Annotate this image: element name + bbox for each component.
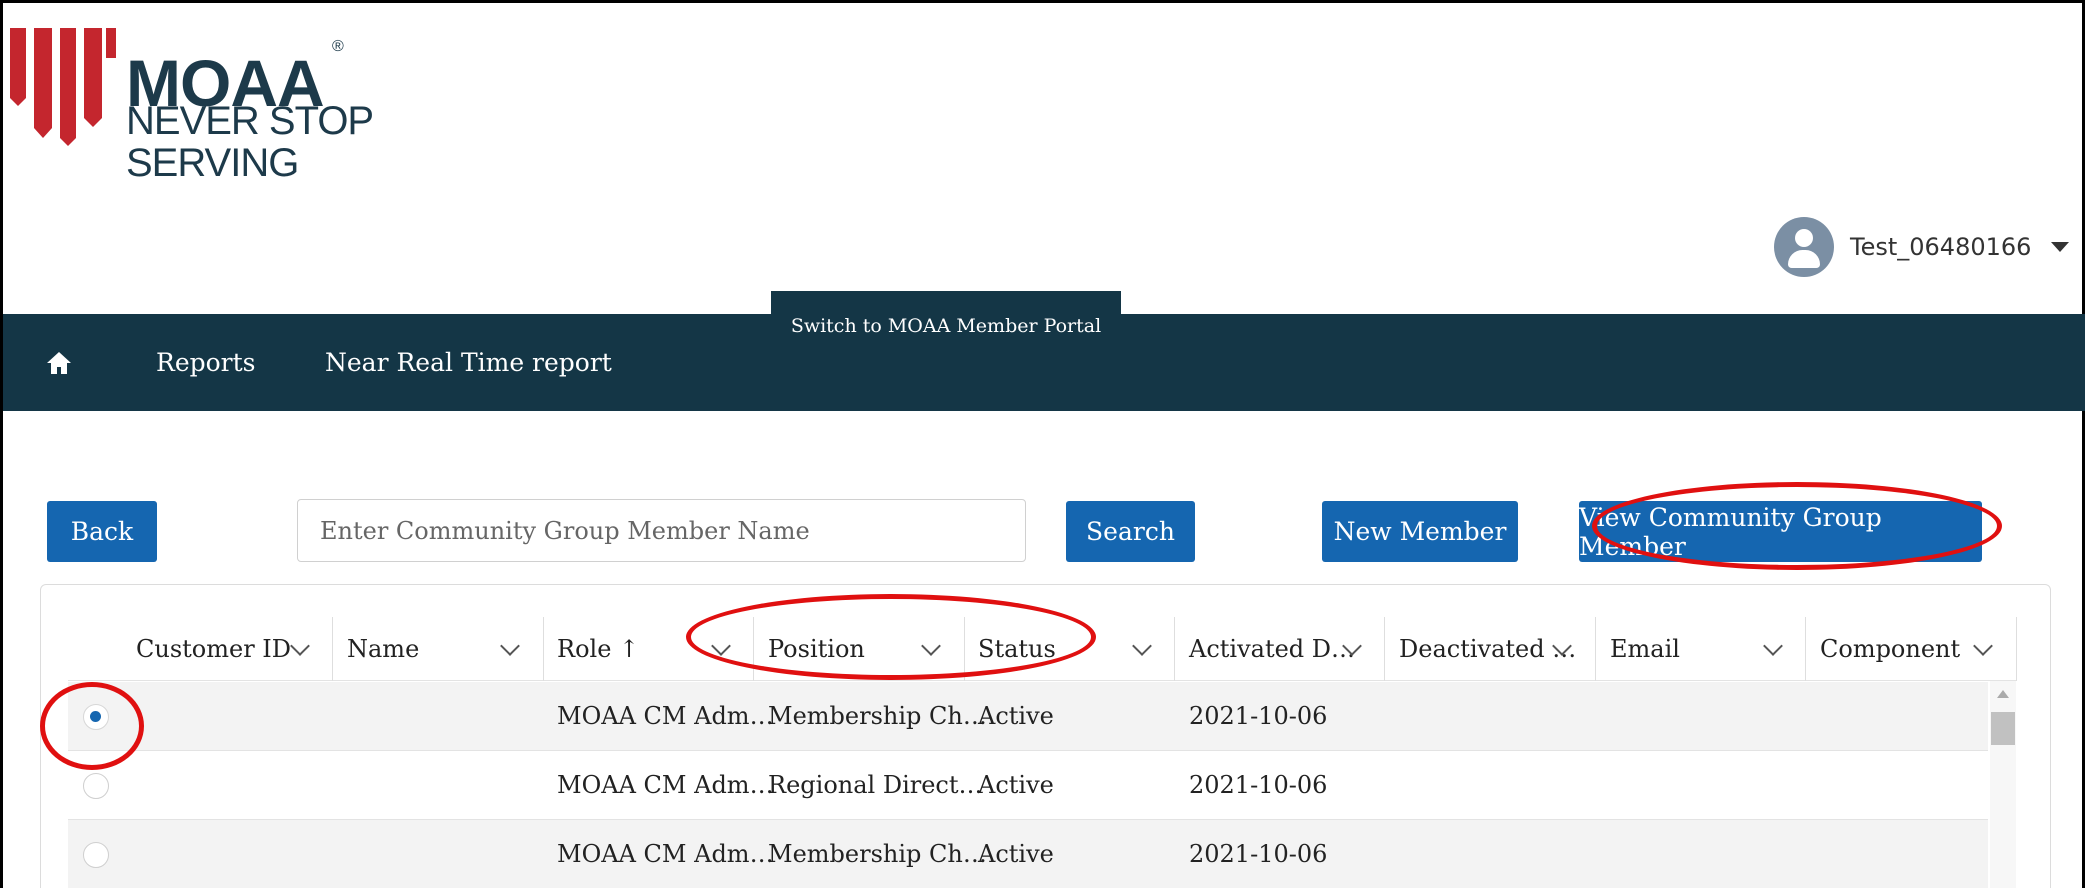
column-header-position[interactable]: Position bbox=[768, 617, 865, 681]
cell-role: MOAA CM Adm… bbox=[557, 771, 774, 799]
column-divider[interactable] bbox=[964, 617, 965, 681]
column-label: Role ↑ bbox=[557, 635, 640, 663]
scroll-up-arrow-icon[interactable] bbox=[1997, 690, 2009, 698]
nav-item-near-real-time-report[interactable]: Near Real Time report bbox=[325, 348, 612, 377]
cell-activated-date: 2021-10-06 bbox=[1189, 840, 1328, 868]
column-divider[interactable] bbox=[753, 617, 754, 681]
cell-position: Regional Direct… bbox=[768, 771, 983, 799]
user-avatar-icon[interactable] bbox=[1774, 217, 1834, 277]
caret-down-icon[interactable] bbox=[2051, 242, 2070, 252]
column-label: Name bbox=[347, 635, 420, 663]
user-name[interactable]: Test_06480166 bbox=[1850, 233, 2031, 261]
column-header-activated-date[interactable]: Activated D… bbox=[1189, 617, 1355, 681]
column-header-deactivated-date[interactable]: Deactivated … bbox=[1399, 617, 1576, 681]
cell-status: Active bbox=[978, 702, 1054, 730]
view-community-group-member-button[interactable]: View Community Group Member bbox=[1579, 501, 1982, 562]
column-divider[interactable] bbox=[1805, 617, 1806, 681]
cell-activated-date: 2021-10-06 bbox=[1189, 702, 1328, 730]
moaa-logo[interactable]: MOAA ® NEVER STOP SERVING bbox=[10, 28, 490, 184]
column-divider bbox=[2016, 617, 2017, 681]
column-label: Component bbox=[1820, 635, 1961, 663]
column-header-name[interactable]: Name bbox=[347, 617, 419, 681]
switch-portal-label: Switch to MOAA Member Portal bbox=[790, 315, 1102, 337]
column-header-role[interactable]: Role ↑ bbox=[557, 617, 639, 681]
cell-position: Membership Ch… bbox=[768, 840, 987, 868]
column-divider[interactable] bbox=[543, 617, 544, 681]
scrollbar-thumb[interactable] bbox=[1991, 712, 2015, 745]
cell-role: MOAA CM Adm… bbox=[557, 840, 774, 868]
column-divider[interactable] bbox=[1174, 617, 1175, 681]
column-label: Activated D… bbox=[1189, 635, 1356, 663]
column-header-customer-id[interactable]: Customer ID bbox=[136, 617, 291, 681]
column-label: Status bbox=[978, 635, 1056, 663]
column-header-email[interactable]: Email bbox=[1610, 617, 1680, 681]
cell-activated-date: 2021-10-06 bbox=[1189, 771, 1328, 799]
column-divider[interactable] bbox=[1384, 617, 1385, 681]
moaa-stripes-icon bbox=[10, 28, 116, 146]
cell-status: Active bbox=[978, 840, 1054, 868]
column-header-status[interactable]: Status bbox=[978, 617, 1056, 681]
row-select-radio[interactable] bbox=[83, 704, 109, 730]
member-name-search-input[interactable] bbox=[297, 499, 1026, 562]
home-icon[interactable] bbox=[46, 350, 72, 376]
column-label: Customer ID bbox=[136, 635, 292, 663]
search-button[interactable]: Search bbox=[1066, 501, 1195, 562]
cell-position: Membership Ch… bbox=[768, 702, 987, 730]
logo-tagline: NEVER STOP SERVING bbox=[126, 99, 373, 185]
back-button[interactable]: Back bbox=[47, 501, 157, 562]
column-label: Deactivated … bbox=[1399, 635, 1577, 663]
column-divider[interactable] bbox=[332, 617, 333, 681]
switch-portal-tab[interactable]: Switch to MOAA Member Portal bbox=[771, 291, 1121, 351]
row-select-radio[interactable] bbox=[83, 773, 109, 799]
user-menu[interactable]: Test_06480166 bbox=[1774, 214, 2070, 280]
row-select-radio[interactable] bbox=[83, 842, 109, 868]
cell-status: Active bbox=[978, 771, 1054, 799]
new-member-button[interactable]: New Member bbox=[1322, 501, 1518, 562]
column-label: Position bbox=[768, 635, 865, 663]
nav-item-reports[interactable]: Reports bbox=[156, 348, 256, 377]
column-divider[interactable] bbox=[1595, 617, 1596, 681]
column-label: Email bbox=[1610, 635, 1680, 663]
column-header-component[interactable]: Component bbox=[1820, 617, 1960, 681]
cell-role: MOAA CM Adm… bbox=[557, 702, 774, 730]
registered-mark: ® bbox=[332, 38, 344, 55]
